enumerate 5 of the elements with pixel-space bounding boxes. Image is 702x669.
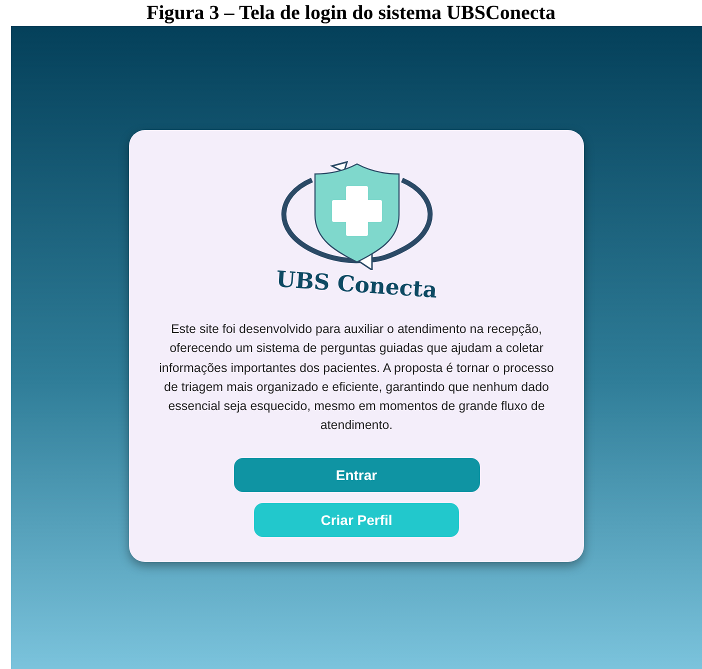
figure-caption: Figura 3 – Tela de login do sistema UBSConecta xyxy=(146,1,556,25)
logo-text: UBS Conecta xyxy=(275,266,438,304)
description-text: Este site foi desenvolvido para auxiliar o atendimento na recepção, oferecendo um sistema de perguntas guiadas que ajudam a coletar informações importantes dos pacientes. A proposta é tornar o processo de triagem mais organizado e eficiente, garantindo que nenhum dado essencial seja esquecido, mesmo em momentos de grande fluxo de atendimento. xyxy=(158,321,555,434)
create-profile-button[interactable]: Criar Perfil xyxy=(254,502,459,537)
login-button[interactable]: Entrar xyxy=(234,458,480,492)
